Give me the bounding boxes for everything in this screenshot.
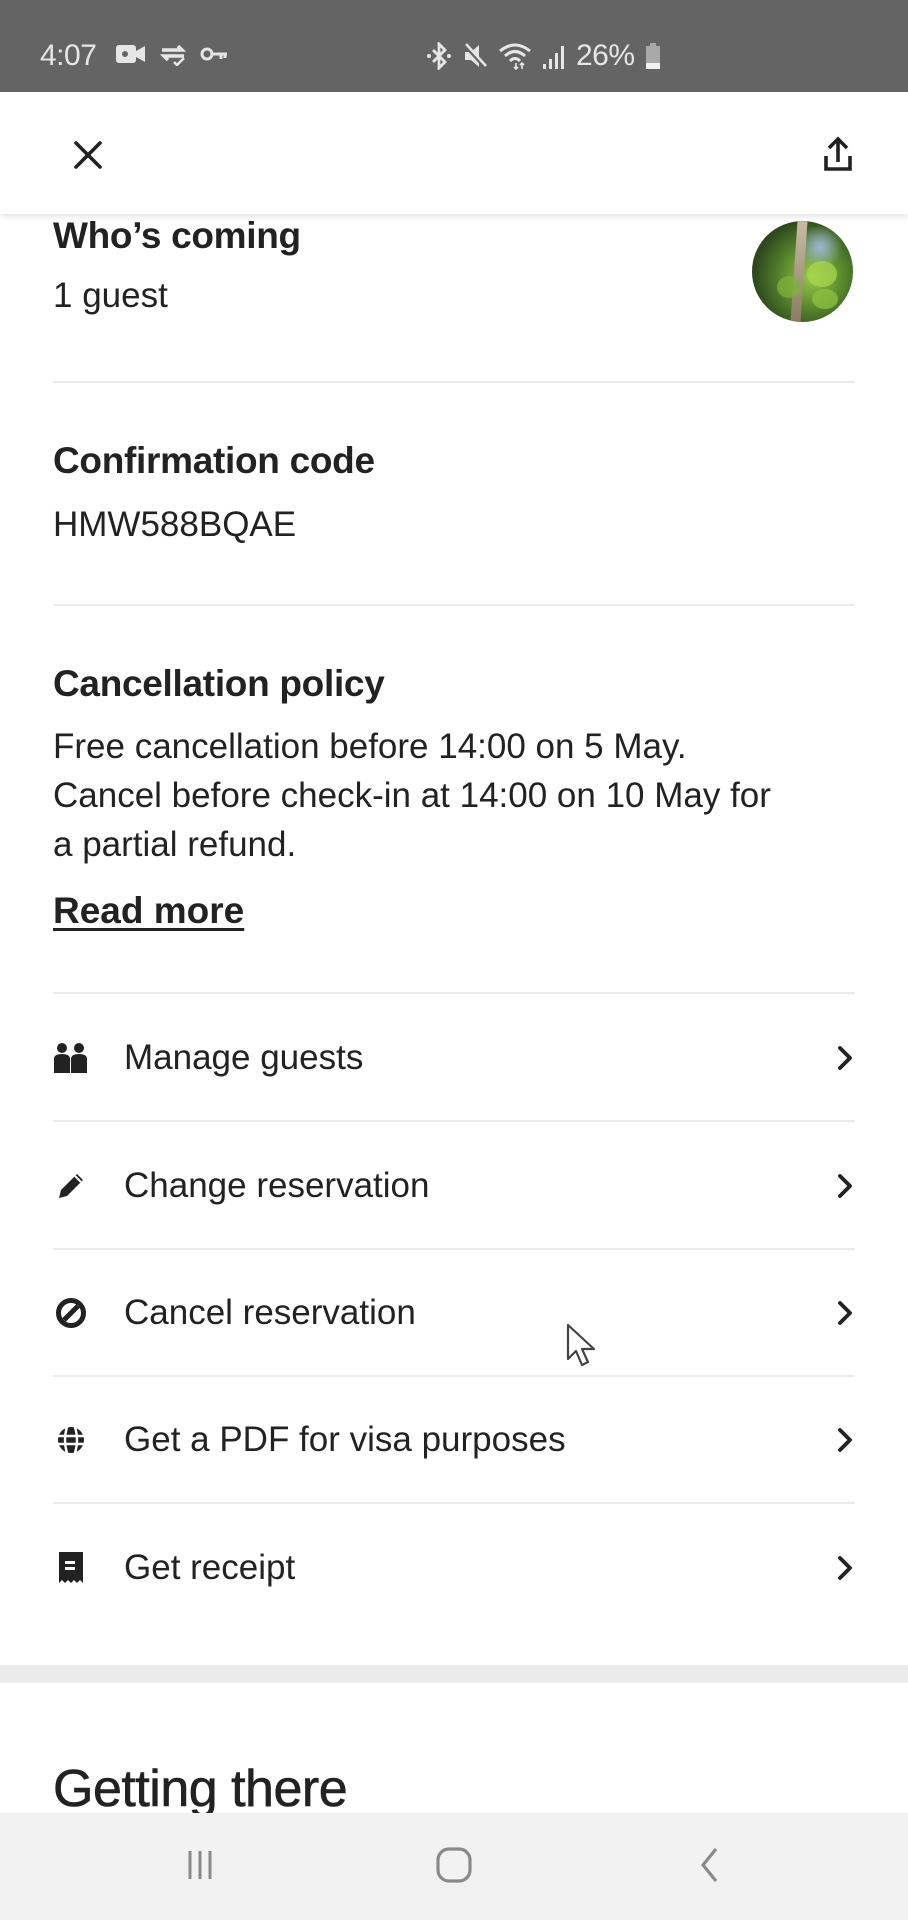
action-label: Get receipt [124,1547,296,1587]
home-icon [436,1847,472,1883]
divider [53,1120,855,1122]
status-left-icons [116,42,228,66]
close-button[interactable] [58,125,118,185]
share-icon [824,136,852,171]
close-icon [74,141,102,169]
read-more-link[interactable]: Read more [53,890,244,931]
action-label: Manage guests [124,1037,364,1077]
guest-avatar[interactable] [752,221,853,322]
video-camera-icon [116,45,145,63]
chevron-right-icon [835,1171,855,1201]
signal-icon [543,46,564,69]
pencil-icon [53,1168,89,1204]
action-visa-pdf[interactable]: Get a PDF for visa purposes [53,1377,855,1502]
chevron-right-icon [835,1043,855,1073]
action-label: Cancel reservation [124,1292,416,1332]
status-right-icons: 26% [426,36,661,76]
sync-cloud-icon [159,44,187,66]
divider [53,381,855,383]
divider [53,604,855,606]
confirmation-title: Confirmation code [53,440,375,481]
action-label: Change reservation [124,1165,430,1205]
guests-icon [53,1040,89,1076]
mute-icon [462,42,488,70]
system-nav-bar [0,1813,908,1920]
getting-there-title: Getting there [53,1760,348,1813]
divider [53,1502,855,1504]
action-get-receipt[interactable]: Get receipt [53,1505,855,1630]
action-label: Get a PDF for visa purposes [124,1419,566,1459]
action-cancel-reservation[interactable]: Cancel reservation [53,1250,855,1375]
action-manage-guests[interactable]: Manage guests [53,995,855,1120]
share-button[interactable] [808,124,868,184]
wifi-icon [499,43,531,70]
battery-icon [645,43,660,69]
chevron-right-icon [835,1553,855,1583]
cancellation-policy-text: Free cancellation before 14:00 on 5 May.… [53,722,855,869]
policy-line: Free cancellation before 14:00 on 5 May. [53,727,687,766]
chevron-right-icon [835,1425,855,1455]
action-change-reservation[interactable]: Change reservation [53,1123,855,1248]
policy-line: a partial refund. [53,825,297,864]
whos-coming-title: Who’s coming [53,215,301,256]
section-separator [0,1665,908,1683]
back-button[interactable] [669,1835,749,1895]
globe-icon [53,1422,89,1458]
policy-line: Cancel before check-in at 14:00 on 10 Ma… [53,776,771,815]
cancellation-title: Cancellation policy [53,663,385,704]
back-icon [700,1847,718,1883]
status-bar: 4:07 26% [0,0,908,92]
cancel-icon [53,1295,89,1331]
status-time: 4:07 [40,39,97,72]
divider [53,992,855,994]
whos-coming-section: Who’s coming 1 guest [53,214,855,320]
confirmation-section: Confirmation code HMW588BQAE [53,439,855,549]
recent-apps-icon [188,1851,212,1879]
reservation-details-scroll[interactable]: Who’s coming 1 guest Confirmation code H… [0,214,908,1813]
recent-apps-button[interactable] [160,1835,240,1895]
vpn-key-icon [200,47,227,61]
cancellation-section: Cancellation policy Free cancellation be… [53,662,855,933]
receipt-icon [53,1550,89,1586]
confirmation-code: HMW588BQAE [53,505,297,544]
guest-count: 1 guest [53,276,168,315]
top-app-bar [0,92,908,214]
chevron-right-icon [835,1298,855,1328]
battery-percent: 26% [576,39,635,72]
home-button[interactable] [414,1835,494,1895]
bluetooth-icon [427,42,451,70]
